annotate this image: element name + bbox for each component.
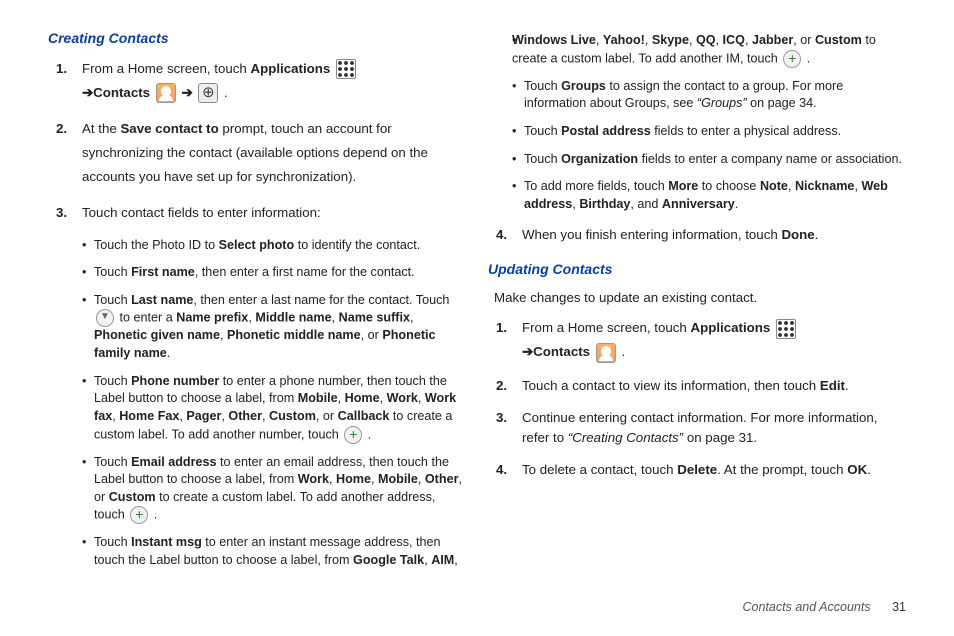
step-number: 4. <box>496 460 507 480</box>
step-4: 4. When you finish entering information,… <box>488 223 906 247</box>
u-step-3: 3. Continue entering contact information… <box>488 408 906 448</box>
applications-icon <box>336 59 356 79</box>
contacts-icon <box>596 343 616 363</box>
page: Creating Contacts 1. From a Home screen,… <box>0 0 954 620</box>
arrow-icon: ➔ <box>82 85 93 100</box>
field-bullets-cont: li[data-name="bullet-instant-msg-cont"]:… <box>488 32 906 213</box>
applications-label: Applications <box>251 61 331 76</box>
arrow-icon: ➔ <box>181 85 192 100</box>
step-text: From a Home screen, touch <box>82 61 251 76</box>
left-column: Creating Contacts 1. From a Home screen,… <box>48 28 466 580</box>
step-number: 2. <box>56 117 67 141</box>
add-icon <box>783 50 801 68</box>
new-contact-icon <box>198 83 218 103</box>
add-icon <box>344 426 362 444</box>
bullet-photo: Touch the Photo ID to Select photo to id… <box>82 237 466 255</box>
updating-intro: Make changes to update an existing conta… <box>494 288 906 308</box>
add-icon <box>130 506 148 524</box>
page-number: 31 <box>892 600 906 614</box>
step-1: 1. From a Home screen, touch Application… <box>48 57 466 105</box>
creating-steps: 1. From a Home screen, touch Application… <box>48 57 466 225</box>
step-text: Touch contact fields to enter informatio… <box>82 205 321 220</box>
right-column: li[data-name="bullet-instant-msg-cont"]:… <box>488 28 906 580</box>
step-number: 1. <box>56 57 67 81</box>
expand-icon <box>96 309 114 327</box>
bullet-postal-address: Touch Postal address fields to enter a p… <box>512 123 906 141</box>
step-number: 4. <box>496 223 507 247</box>
bullet-groups: Touch Groups to assign the contact to a … <box>512 78 906 113</box>
contacts-icon <box>156 83 176 103</box>
creating-steps-cont: 4. When you finish entering information,… <box>488 223 906 247</box>
field-bullets: Touch the Photo ID to Select photo to id… <box>48 237 466 570</box>
heading-updating-contacts: Updating Contacts <box>488 259 906 280</box>
bullet-instant-msg-cont: li[data-name="bullet-instant-msg-cont"]:… <box>512 32 906 68</box>
bullet-last-name: Touch Last name, then enter a last name … <box>82 292 466 363</box>
save-contact-to-label: Save contact to <box>120 121 218 136</box>
step-text: At the <box>82 121 120 136</box>
bullet-organization: Touch Organization fields to enter a com… <box>512 151 906 169</box>
bullet-email: Touch Email address to enter an email ad… <box>82 454 466 525</box>
step-2: 2. At the Save contact to prompt, touch … <box>48 117 466 189</box>
u-step-4: 4. To delete a contact, touch Delete. At… <box>488 460 906 480</box>
step-number: 3. <box>56 201 67 225</box>
arrow-icon: ➔ <box>522 344 533 359</box>
bullet-instant-msg: Touch Instant msg to enter an instant me… <box>82 534 466 569</box>
step-3: 3. Touch contact fields to enter informa… <box>48 201 466 225</box>
updating-steps: 1. From a Home screen, touch Application… <box>488 316 906 480</box>
bullet-phone-number: Touch Phone number to enter a phone numb… <box>82 373 466 444</box>
step-number: 2. <box>496 376 507 396</box>
applications-icon <box>776 319 796 339</box>
heading-creating-contacts: Creating Contacts <box>48 28 466 49</box>
contacts-label: Contacts <box>93 85 150 100</box>
footer-section: Contacts and Accounts <box>743 600 871 614</box>
step-number: 1. <box>496 316 507 340</box>
step-number: 3. <box>496 408 507 428</box>
u-step-1: 1. From a Home screen, touch Application… <box>488 316 906 364</box>
bullet-more-fields: To add more fields, touch More to choose… <box>512 178 906 213</box>
page-footer: Contacts and Accounts 31 <box>743 600 906 614</box>
bullet-first-name: Touch First name, then enter a first nam… <box>82 264 466 282</box>
u-step-2: 2. Touch a contact to view its informati… <box>488 376 906 396</box>
